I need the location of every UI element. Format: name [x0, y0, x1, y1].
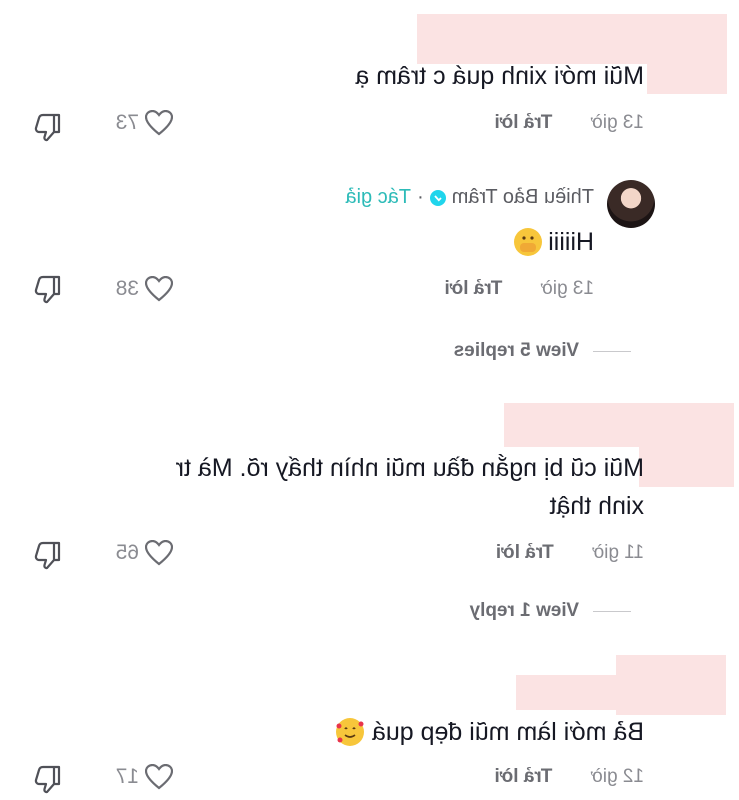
- comment-text: Mũi cũ bị ngắn đầu mũi nhìn thấy rõ. Mà …: [175, 454, 644, 520]
- comment-actions: 13 giờ Trả lời: [444, 278, 594, 300]
- like-count: 73: [115, 111, 139, 134]
- verified-icon: [429, 189, 446, 206]
- reply-button[interactable]: Trả lời: [494, 766, 552, 788]
- avatar[interactable]: [607, 180, 655, 228]
- divider: [593, 350, 631, 352]
- dislike-button[interactable]: [33, 112, 63, 142]
- view-replies-button[interactable]: View 1 reply: [470, 600, 631, 622]
- like-button[interactable]: 38: [116, 276, 173, 302]
- comment-time: 12 giờ: [590, 766, 644, 787]
- like-count: 38: [115, 277, 139, 300]
- comment-actions: 11 giờ Trả lời: [496, 542, 644, 564]
- reply-button[interactable]: Trả lời: [496, 542, 554, 564]
- comment-text: Mũi mới xinh quá c trâm ạ: [355, 62, 644, 90]
- author-name: Thiều Bảo Trâm: [451, 186, 594, 208]
- smiling-face-with-hearts-icon: [335, 718, 364, 746]
- redacted-username: [616, 655, 726, 715]
- reply-button[interactable]: Trả lời: [444, 278, 502, 300]
- redacted-username: [417, 14, 727, 64]
- comment-time: 11 giờ: [591, 542, 644, 563]
- like-button[interactable]: 65: [116, 540, 173, 566]
- comment-author[interactable]: Thiều Bảo Trâm · Tác giả: [345, 186, 594, 209]
- heart-icon: [145, 764, 173, 790]
- view-replies-button[interactable]: View 5 replies: [454, 340, 631, 362]
- divider: [593, 610, 631, 612]
- comment-time: 13 giờ: [590, 112, 644, 133]
- comment-actions: 12 giờ Trả lời: [494, 766, 644, 788]
- redacted-username: [504, 403, 734, 447]
- redacted-username: [639, 447, 734, 487]
- like-count: 65: [115, 541, 139, 564]
- like-button[interactable]: 17: [116, 764, 173, 790]
- dislike-button[interactable]: [33, 274, 63, 304]
- reply-button[interactable]: Trả lời: [494, 112, 552, 134]
- like-button[interactable]: 73: [116, 110, 173, 136]
- like-count: 17: [115, 765, 139, 788]
- comment-text: Hiiiii: [514, 226, 594, 258]
- redacted-username: [516, 675, 616, 710]
- heart-icon: [145, 540, 173, 566]
- redacted-username: [647, 64, 727, 94]
- dislike-button[interactable]: [33, 540, 63, 570]
- author-badge: Tác giả: [345, 186, 412, 208]
- comment-text: Bả mới làm mũi đẹp quá: [335, 716, 644, 748]
- dislike-button[interactable]: [33, 764, 63, 794]
- comment-thread: Mũi mới xinh quá c trâm ạ 13 giờ Trả lời…: [0, 0, 739, 800]
- comment-actions: 13 giờ Trả lời: [494, 112, 644, 134]
- heart-icon: [145, 276, 173, 302]
- separator-dot: ·: [417, 186, 424, 208]
- comment-time: 13 giờ: [540, 278, 594, 299]
- heart-icon: [145, 110, 173, 136]
- hand-over-mouth-icon: [514, 228, 543, 256]
